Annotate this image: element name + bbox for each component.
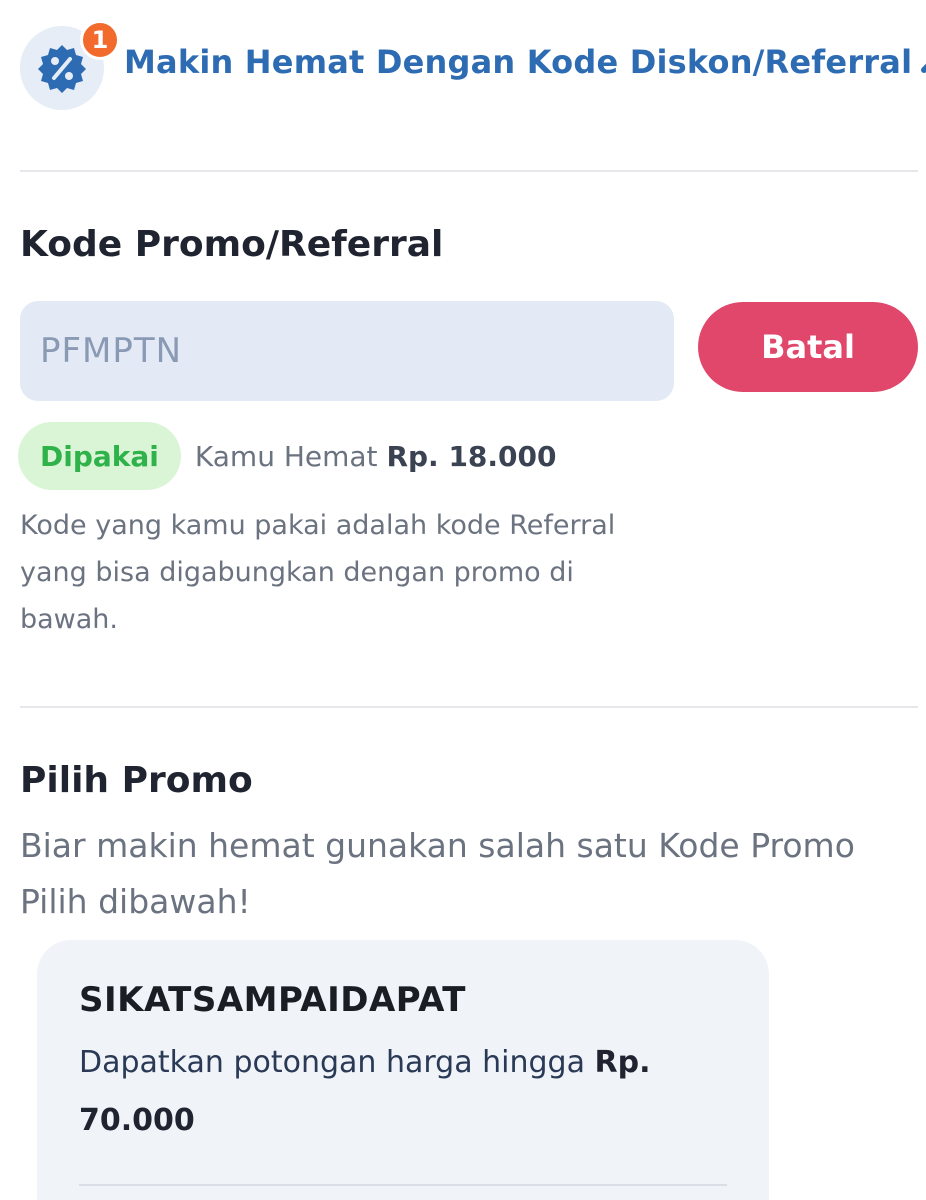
card-divider	[79, 1184, 727, 1186]
saving-text: Kamu Hemat Rp. 18.000	[195, 440, 557, 473]
referral-note: Kode yang kamu pakai adalah kode Referra…	[20, 510, 616, 635]
saving-prefix: Kamu Hemat	[194, 439, 378, 473]
promo-section-title: Kode Promo/Referral	[20, 224, 444, 265]
promo-card-desc-prefix: Dapatkan potongan harga hingga	[79, 1045, 585, 1080]
chevron-up-icon[interactable]	[920, 42, 926, 82]
promo-code-input[interactable]	[20, 301, 674, 401]
section-divider	[20, 706, 918, 708]
section-divider	[20, 170, 918, 172]
saving-amount: Rp. 18.000	[386, 439, 557, 473]
promo-card-description: Dapatkan potongan harga hingga Rp. 70.00…	[79, 1034, 719, 1150]
pilih-promo-subtitle: Biar makin hemat gunakan salah satu Kode…	[20, 826, 855, 921]
discount-icon-wrap: 1	[20, 20, 120, 110]
promo-status-row: Dipakai Kamu Hemat Rp. 18.000	[18, 422, 557, 490]
discount-page: 1 Makin Hemat Dengan Kode Diskon/Referra…	[0, 0, 926, 1200]
cancel-button[interactable]: Batal	[698, 302, 918, 392]
notification-count-badge: 1	[80, 20, 120, 60]
promo-card-code: SIKATSAMPAIDAPAT	[79, 980, 466, 1020]
pilih-promo-title: Pilih Promo	[20, 760, 253, 801]
status-badge: Dipakai	[18, 422, 181, 490]
promo-card[interactable]: SIKATSAMPAIDAPAT Dapatkan potongan harga…	[37, 940, 769, 1200]
discount-header[interactable]: 1 Makin Hemat Dengan Kode Diskon/Referra…	[20, 16, 926, 110]
discount-header-title[interactable]: Makin Hemat Dengan Kode Diskon/Referral	[124, 43, 912, 81]
